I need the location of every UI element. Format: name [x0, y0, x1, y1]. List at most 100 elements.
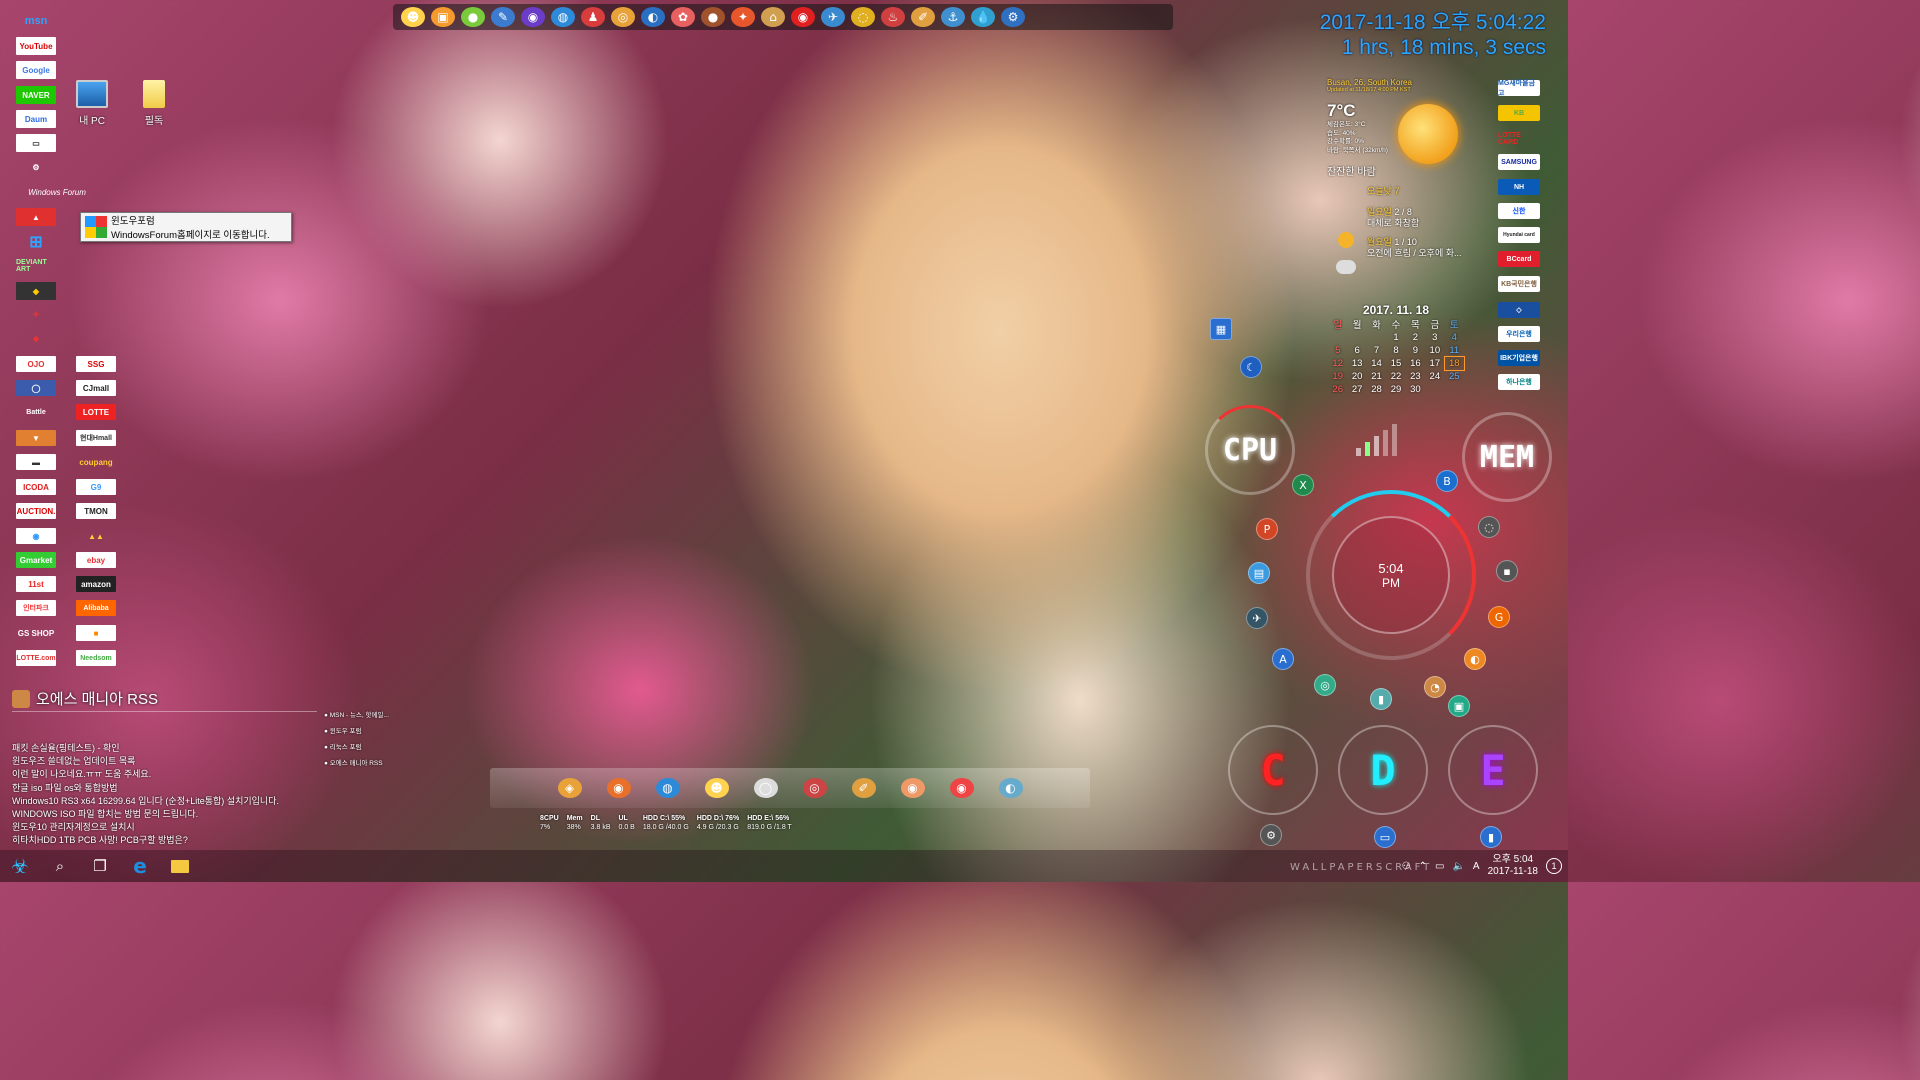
tmon-shortcut[interactable]: TMON [76, 503, 116, 519]
gmarket-shortcut[interactable]: Gmarket [16, 552, 56, 568]
lotte-shortcut[interactable]: LOTTE [76, 404, 116, 420]
dock-app-icon[interactable]: ◐ [641, 7, 665, 27]
shortcut-logo[interactable]: ▬ [16, 454, 56, 470]
search-button[interactable]: ⌕ [40, 850, 80, 882]
chevron-up-icon[interactable]: ⌃ [1419, 861, 1427, 872]
google-shortcut[interactable]: Google [16, 61, 56, 79]
dock-app-icon[interactable]: ☻ [704, 778, 729, 798]
dock-app-icon[interactable]: ⌂ [761, 7, 785, 27]
start-button[interactable]: ☣ [0, 850, 40, 882]
rss-feed-link[interactable]: ● 윈도우 포럼 [324, 724, 389, 740]
ebay-shortcut[interactable]: ebay [76, 552, 116, 568]
shortcut-logo[interactable]: ◯ [16, 380, 56, 396]
dock-app-icon[interactable]: ◍ [551, 7, 575, 27]
coupang-shortcut[interactable]: coupang [76, 454, 116, 470]
drive-d-gauge[interactable]: D [1338, 725, 1428, 815]
cjmall-shortcut[interactable]: CJmall [76, 380, 116, 396]
bank-shortcut[interactable]: KB국민은행 [1498, 276, 1540, 292]
dock-app-icon[interactable]: ◉ [949, 778, 974, 798]
moon-icon[interactable]: ☾ [1240, 356, 1262, 378]
windows-forum-shortcut[interactable]: Windows Forum [16, 184, 98, 200]
launcher-icon[interactable]: B [1436, 470, 1458, 492]
drive-e-gauge[interactable]: E [1448, 725, 1538, 815]
dock-app-icon[interactable]: ▣ [431, 7, 455, 27]
edge-button[interactable]: e [120, 850, 160, 882]
naver-shortcut[interactable]: NAVER [16, 86, 56, 104]
shortcut-logo[interactable]: ■ [76, 625, 116, 641]
dock-app-icon[interactable]: ⚙ [1001, 7, 1025, 27]
network-icon[interactable]: ▭ [1435, 861, 1444, 872]
volume-icon[interactable]: 🔈 [1452, 861, 1464, 872]
dock-app-icon[interactable]: ♟ [581, 7, 605, 27]
bank-shortcut[interactable]: NH [1498, 179, 1540, 195]
windows-logo-shortcut[interactable]: ⊞ [16, 233, 56, 251]
gsshop-shortcut[interactable]: GS SHOP [16, 625, 56, 641]
launcher-icon[interactable]: ◔ [1424, 676, 1446, 698]
rss-item[interactable]: 윈도우즈 쓸데없는 업데이트 목록 [12, 755, 317, 768]
bank-shortcut[interactable]: 하나은행 [1498, 374, 1540, 390]
dock-app-icon[interactable]: ⚓ [941, 7, 965, 27]
bank-shortcut[interactable]: MG새마을금고 [1498, 80, 1540, 97]
rss-item[interactable]: 패킷 손실율(핑테스트) - 확인 [12, 742, 317, 755]
g9-shortcut[interactable]: G9 [76, 479, 116, 495]
firefox-icon[interactable]: ◉ [521, 7, 545, 27]
shortcut-logo[interactable]: ❖ [16, 330, 56, 348]
my-pc-icon[interactable]: 내 PC [62, 80, 122, 127]
rss-item[interactable]: WINDOWS ISO 파일 합치는 방법 문의 드립니다. [12, 808, 317, 821]
hmall-shortcut[interactable]: 현대Hmall [76, 430, 116, 446]
dock-app-icon[interactable]: ◉ [900, 778, 925, 798]
shortcut-logo[interactable]: ✈ [16, 305, 56, 323]
shortcut-logo[interactable]: ▲▲ [76, 528, 116, 544]
shortcut-logo[interactable]: ◉ [16, 528, 56, 544]
launcher-icon[interactable]: ▭ [1374, 826, 1396, 848]
bank-shortcut[interactable]: Hyundai card [1498, 227, 1540, 243]
launcher-icon[interactable]: ▮ [1480, 826, 1502, 848]
rss-item[interactable]: 윈도우10 관리자계정으로 설치시 [12, 821, 317, 834]
shortcut-logo[interactable]: Battle [16, 403, 56, 421]
excel-icon[interactable]: X [1292, 474, 1314, 496]
launcher-icon[interactable]: G [1488, 606, 1510, 628]
launcher-icon[interactable]: ◌ [1478, 516, 1500, 538]
dock-app-icon[interactable]: ☻ [401, 7, 425, 27]
bank-shortcut[interactable]: ◇ [1498, 302, 1540, 318]
shortcut-logo[interactable]: ⚙ [16, 158, 56, 176]
launcher-icon[interactable]: ▦ [1210, 318, 1232, 340]
rss-item[interactable]: 한글 iso 파일 os와 통합방법 [12, 782, 317, 795]
icoda-shortcut[interactable]: ICODA [16, 479, 56, 495]
dock-app-icon[interactable]: ✐ [911, 7, 935, 27]
bank-shortcut[interactable]: 우리은행 [1498, 326, 1540, 342]
amazon-shortcut[interactable]: amazon [76, 576, 116, 592]
ime-indicator[interactable]: A [1473, 861, 1480, 872]
dock-app-icon[interactable]: ♨ [881, 7, 905, 27]
dock-app-icon[interactable]: ● [701, 7, 725, 27]
rss-item[interactable]: 히타치HDD 1TB PCB 사망! PCB구할 방법은? [12, 834, 317, 847]
interpark-shortcut[interactable]: 인터파크 [16, 600, 56, 616]
bank-shortcut[interactable]: LOTTE CARD [1498, 131, 1540, 147]
launcher-icon[interactable]: ▪ [1496, 560, 1518, 582]
shortcut-logo[interactable]: OJO [16, 356, 56, 372]
dock-app-icon[interactable]: ◎ [802, 778, 827, 798]
needsom-shortcut[interactable]: Needsom [76, 650, 116, 666]
bank-shortcut[interactable]: 신한 [1498, 203, 1540, 219]
launcher-icon[interactable]: ▣ [1448, 695, 1470, 717]
tray-clock[interactable]: 오후 5:04 2017-11-18 [1488, 854, 1538, 878]
dock-app-icon[interactable]: ◈ [557, 778, 582, 798]
launcher-icon[interactable]: A [1272, 648, 1294, 670]
shortcut-logo[interactable]: ▲ [16, 208, 56, 226]
shortcut-logo[interactable]: ◆ [16, 282, 56, 300]
bank-shortcut[interactable]: SAMSUNG [1498, 154, 1540, 170]
11st-shortcut[interactable]: 11st [16, 576, 56, 592]
dock-app-icon[interactable]: ✐ [851, 778, 876, 798]
dock-app-icon[interactable]: ◉ [791, 7, 815, 27]
dock-app-icon[interactable]: ◍ [655, 778, 680, 798]
deviantart-shortcut[interactable]: DEVIANT ART [16, 256, 60, 276]
dock-app-icon[interactable]: ✦ [731, 7, 755, 27]
dock-app-icon[interactable]: ◎ [611, 7, 635, 27]
rss-feed-link[interactable]: ● 오에스 매니아 RSS [324, 756, 389, 772]
shortcut-logo[interactable]: SSG [76, 356, 116, 372]
phone-icon[interactable]: ▮ [1370, 688, 1392, 710]
dock-app-icon[interactable]: ✈ [821, 7, 845, 27]
people-icon[interactable]: ⚇ [1402, 861, 1411, 872]
alibaba-shortcut[interactable]: Alibaba [76, 600, 116, 616]
powerpoint-icon[interactable]: P [1256, 518, 1278, 540]
